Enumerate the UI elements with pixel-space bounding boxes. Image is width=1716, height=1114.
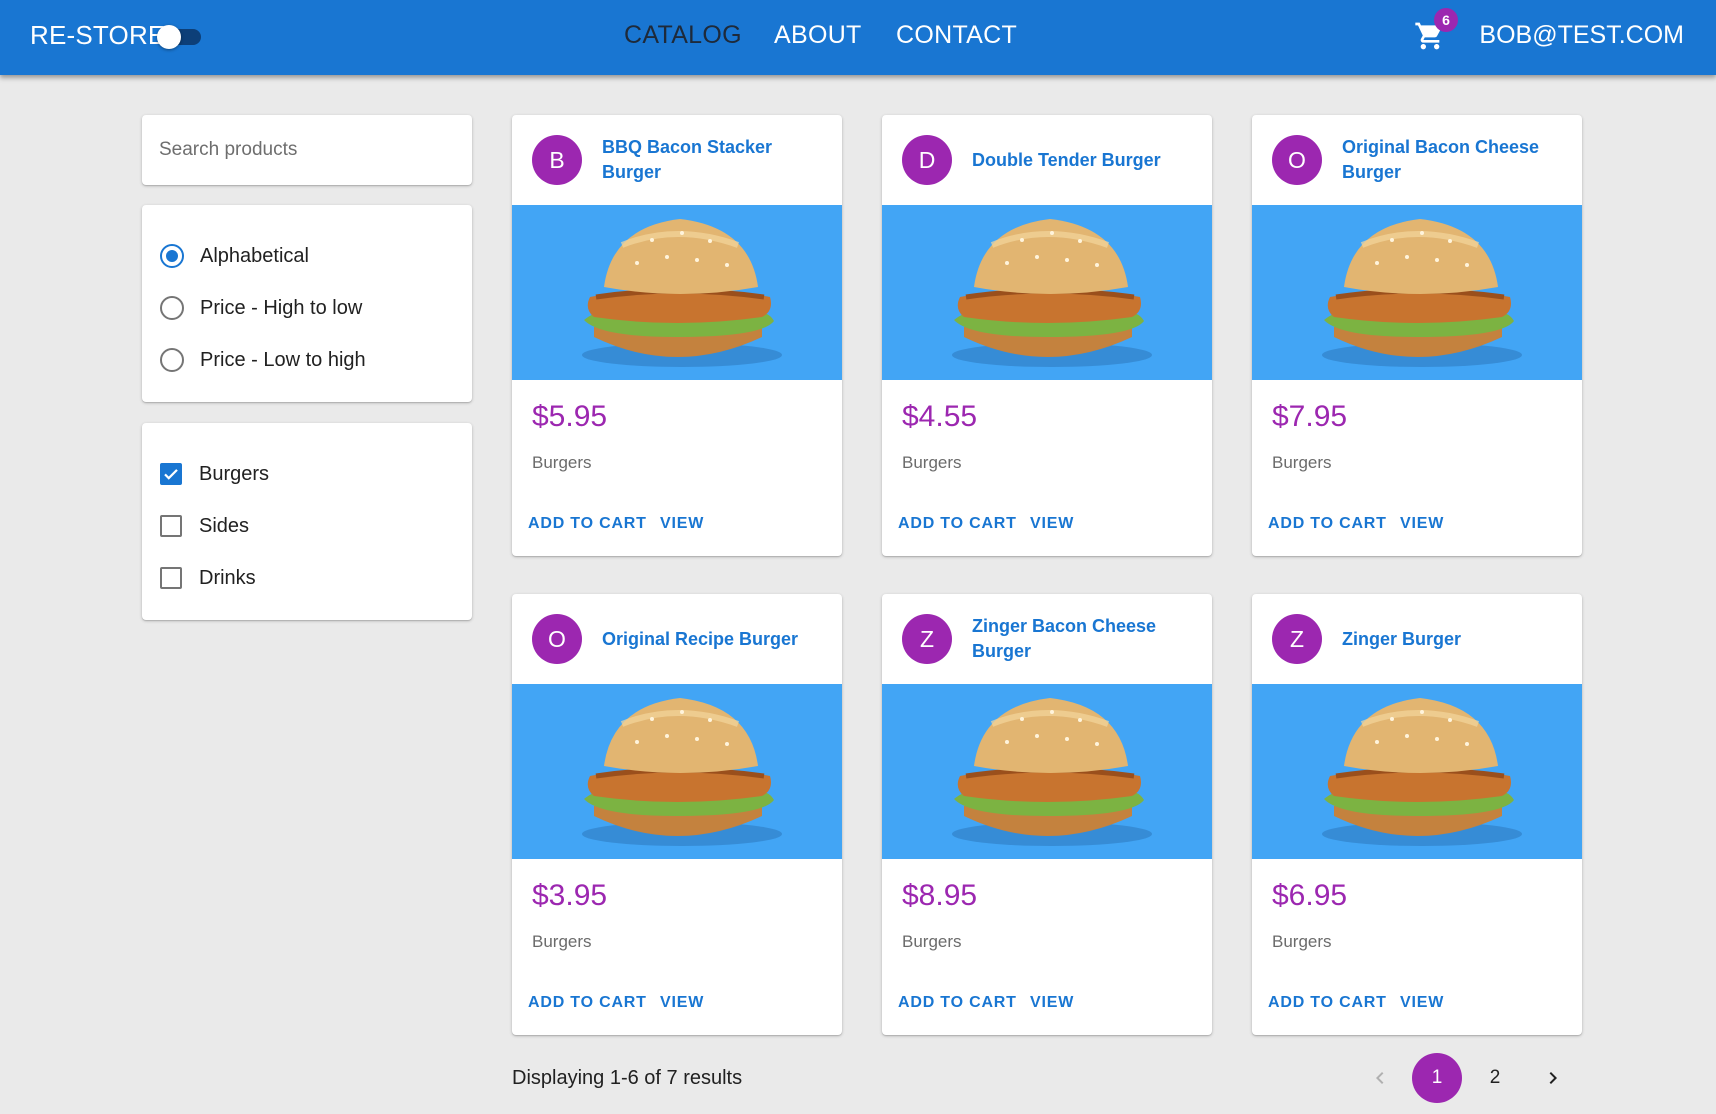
product-card: Z Zinger Bacon Cheese Burger $8.95 Burgers A… [882, 594, 1212, 1035]
radio-selected[interactable] [160, 244, 184, 268]
results-count: Displaying 1-6 of 7 results [512, 1067, 743, 1089]
view-button[interactable]: VIEW [1030, 994, 1074, 1012]
product-card: O Original Bacon Cheese Burger $7.95 Burger… [1252, 115, 1582, 556]
product-price: $7.95 [1272, 400, 1348, 433]
product-brand: Burgers [1272, 453, 1332, 472]
burger-image [952, 219, 1152, 367]
nav-about[interactable]: ABOUT [774, 21, 862, 50]
product-name[interactable]: BBQ Bacon Stacker Burger [602, 135, 827, 185]
product-name[interactable]: Original Recipe Burger [602, 614, 827, 664]
burger-image [1322, 698, 1522, 846]
pagination-next[interactable] [1528, 1053, 1578, 1103]
chevron-right-icon [1549, 1072, 1557, 1084]
product-name[interactable]: Zinger Bacon Cheese Burger [972, 614, 1197, 664]
product-price: $3.95 [532, 879, 608, 912]
pagination-prev[interactable] [1355, 1053, 1405, 1103]
user-menu[interactable]: BOB@TEST.COM [1479, 21, 1684, 50]
product-avatar: O [532, 614, 582, 664]
sort-option-price-asc[interactable]: Price - Low to high [160, 345, 366, 375]
product-price: $8.95 [902, 879, 978, 912]
view-button[interactable]: VIEW [1400, 994, 1444, 1012]
dark-mode-switch[interactable] [157, 24, 205, 49]
product-name[interactable]: Original Bacon Cheese Burger [1342, 135, 1567, 185]
checkbox-unchecked[interactable] [160, 515, 182, 537]
filter-label: Burgers [199, 462, 270, 485]
app-bar: RE-STORE CATALOG ABOUT CONTACT 6 BOB@TES… [0, 0, 1716, 75]
product-image[interactable] [1252, 684, 1582, 859]
burger-image [1322, 219, 1522, 367]
switch-thumb[interactable] [157, 25, 181, 49]
product-avatar: B [532, 135, 582, 185]
sort-option-label: Alphabetical [200, 244, 309, 267]
sort-option-price-desc[interactable]: Price - High to low [160, 293, 362, 323]
product-brand: Burgers [902, 453, 962, 472]
product-price: $4.55 [902, 400, 978, 433]
pagination-page-2[interactable]: 2 [1470, 1053, 1520, 1103]
product-price: $5.95 [532, 400, 608, 433]
product-image[interactable] [1252, 205, 1582, 380]
view-button[interactable]: VIEW [660, 515, 704, 533]
filter-drinks[interactable]: Drinks [160, 563, 256, 593]
chevron-left-icon [1376, 1072, 1384, 1084]
radio-unselected[interactable] [160, 296, 184, 320]
nav-catalog[interactable]: CATALOG [624, 21, 742, 50]
type-filter-panel: Burgers Sides Drinks [142, 423, 472, 620]
add-to-cart-button[interactable]: ADD TO CART [1268, 994, 1387, 1012]
product-image[interactable] [512, 205, 842, 380]
nav-contact[interactable]: CONTACT [896, 21, 1017, 50]
product-price: $6.95 [1272, 879, 1348, 912]
product-avatar: O [1272, 135, 1322, 185]
product-avatar: D [902, 135, 952, 185]
product-brand: Burgers [532, 932, 592, 951]
view-button[interactable]: VIEW [1400, 515, 1444, 533]
cart-count-badge: 6 [1434, 8, 1458, 32]
view-button[interactable]: VIEW [1030, 515, 1074, 533]
product-card: D Double Tender Burger $4.55 Burgers ADD TO … [882, 115, 1212, 556]
product-brand: Burgers [902, 932, 962, 951]
sort-option-label: Price - High to low [200, 296, 363, 319]
brand-title: RE-STORE [30, 20, 166, 50]
filter-sides[interactable]: Sides [160, 511, 249, 541]
product-card: O Original Recipe Burger $3.95 Burgers ADD T… [512, 594, 842, 1035]
search-panel [142, 115, 472, 185]
product-image[interactable] [512, 684, 842, 859]
product-card: Z Zinger Burger $6.95 Burgers ADD TO CART VIE… [1252, 594, 1582, 1035]
checkbox-unchecked[interactable] [160, 567, 182, 589]
search-input[interactable] [142, 115, 472, 185]
product-image[interactable] [882, 205, 1212, 380]
add-to-cart-button[interactable]: ADD TO CART [528, 515, 647, 533]
add-to-cart-button[interactable]: ADD TO CART [1268, 515, 1387, 533]
add-to-cart-button[interactable]: ADD TO CART [898, 994, 1017, 1012]
product-avatar: Z [902, 614, 952, 664]
product-avatar: Z [1272, 614, 1322, 664]
product-brand: Burgers [1272, 932, 1332, 951]
sort-option-label: Price - Low to high [200, 348, 366, 371]
filter-burgers[interactable]: Burgers [160, 459, 269, 489]
checkbox-checked[interactable] [160, 463, 182, 485]
product-card: B BBQ Bacon Stacker Burger $5.95 Burgers ADD… [512, 115, 842, 556]
sort-options-panel: Alphabetical Price - High to low Price -… [142, 205, 472, 402]
filter-label: Drinks [199, 566, 256, 589]
product-image[interactable] [882, 684, 1212, 859]
add-to-cart-button[interactable]: ADD TO CART [898, 515, 1017, 533]
sort-option-alphabetical[interactable]: Alphabetical [160, 241, 309, 271]
check-icon [164, 469, 178, 480]
burger-image [582, 219, 782, 367]
radio-unselected[interactable] [160, 348, 184, 372]
filter-label: Sides [199, 514, 250, 537]
view-button[interactable]: VIEW [660, 994, 704, 1012]
burger-image [952, 698, 1152, 846]
product-name[interactable]: Zinger Burger [1342, 614, 1567, 664]
add-to-cart-button[interactable]: ADD TO CART [528, 994, 647, 1012]
product-brand: Burgers [532, 453, 592, 472]
pagination-page-1[interactable]: 1 [1412, 1053, 1462, 1103]
burger-image [582, 698, 782, 846]
product-name[interactable]: Double Tender Burger [972, 135, 1197, 185]
